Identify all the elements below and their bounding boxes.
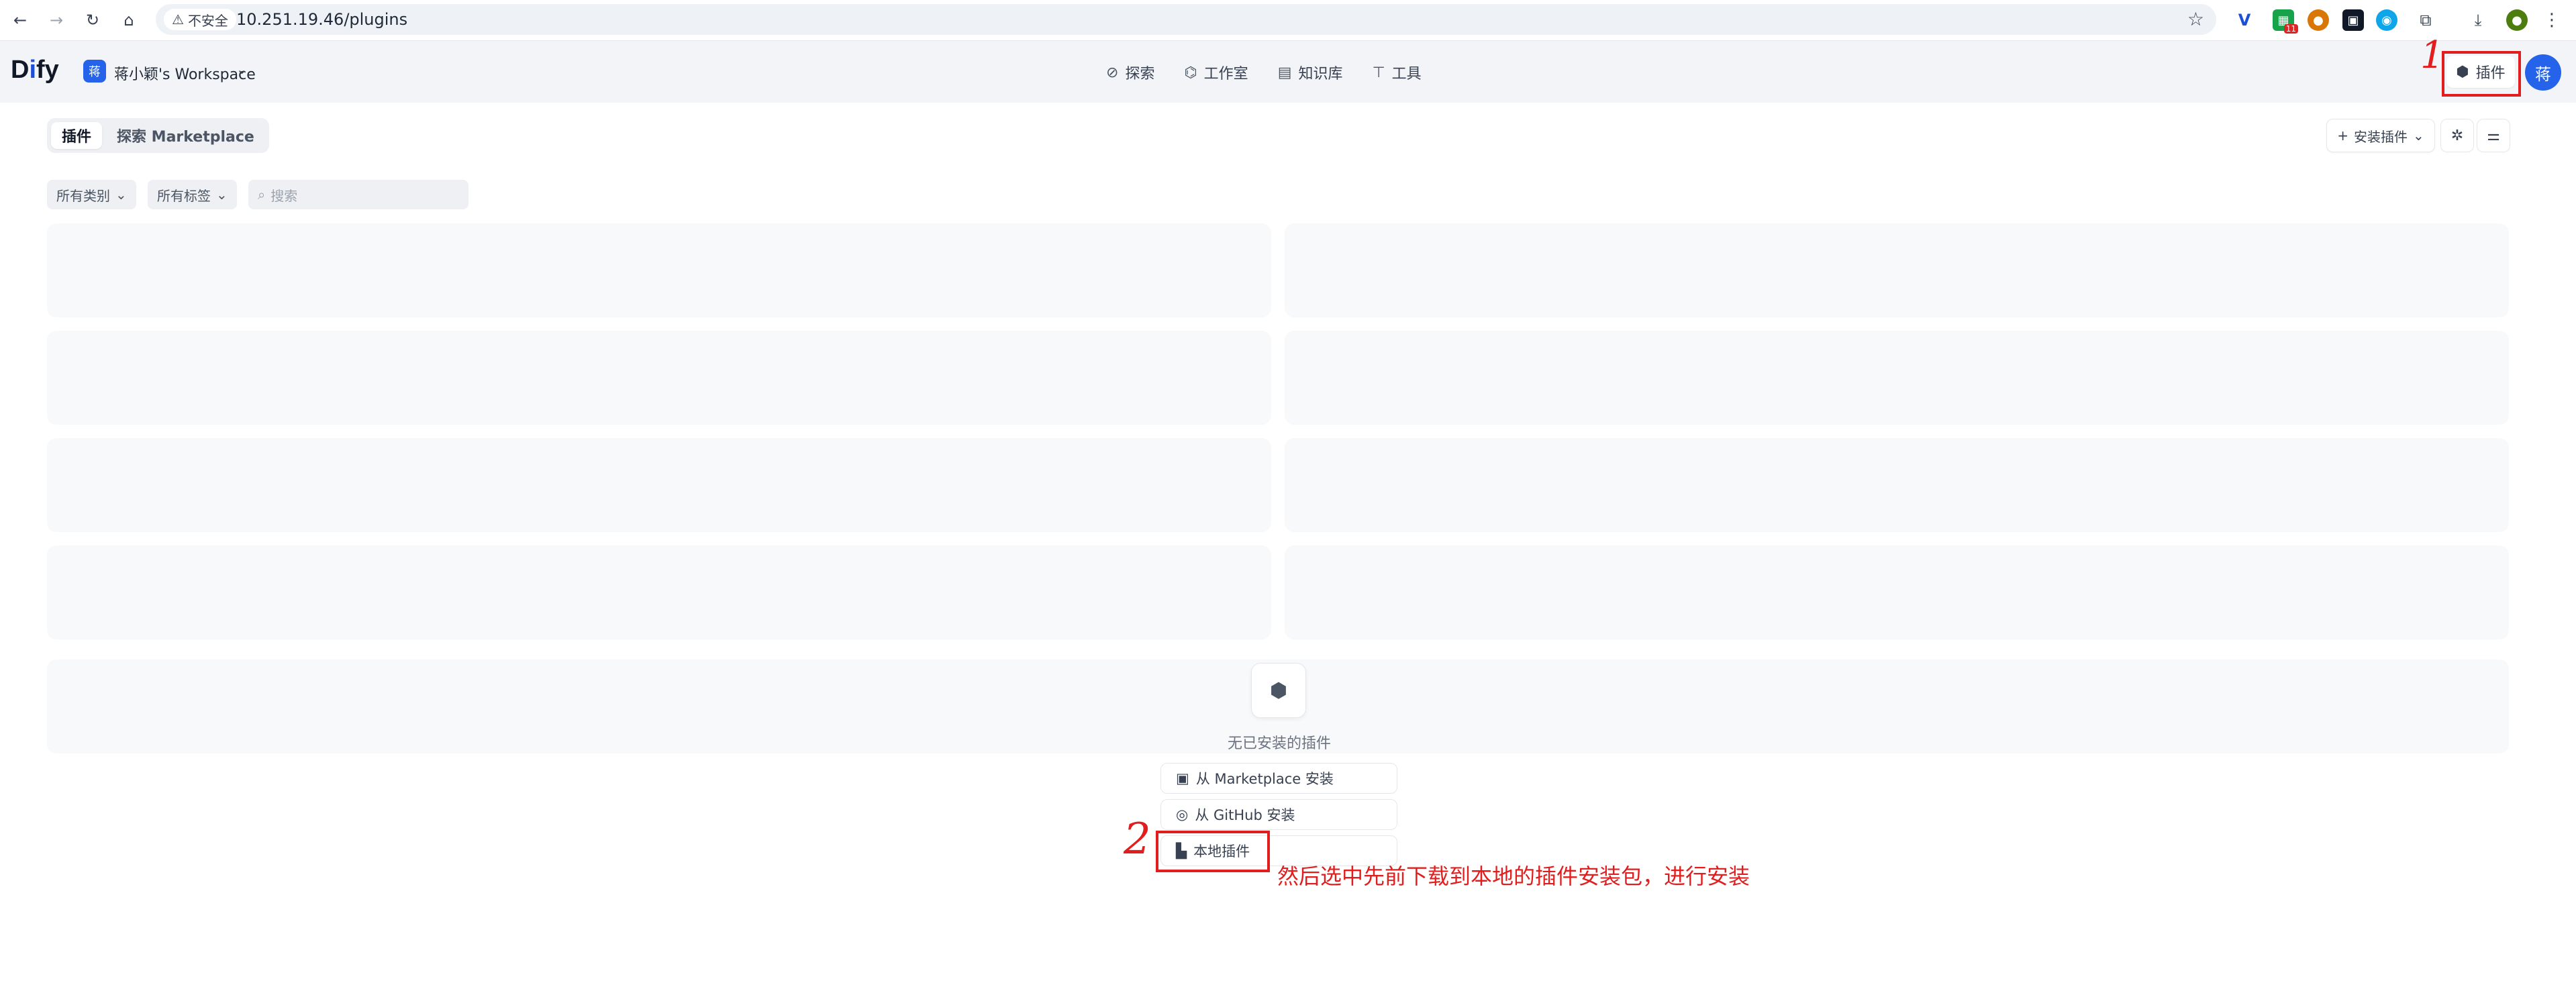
chevron-down-icon: ⌄ (2413, 127, 2424, 144)
install-plugin-button[interactable]: + 安装插件 ⌄ (2326, 119, 2435, 152)
debug-bug-icon[interactable]: ✲ (2440, 119, 2474, 152)
empty-cube-icon: ⬢ (1251, 663, 1306, 718)
browser-menu-icon[interactable]: ⋮ (2541, 9, 2563, 31)
security-indicator[interactable]: ⚠ 不安全 (164, 9, 236, 30)
extension-calendar-icon[interactable]: ▦ 11 (2273, 9, 2298, 34)
extension-v-icon[interactable]: V (2234, 9, 2255, 31)
placeholder-card (1285, 438, 2509, 532)
placeholder-card (1285, 223, 2509, 317)
placeholder-card (47, 545, 1271, 639)
browser-toolbar: ← → ↻ ⌂ ⚠ 不安全 10.251.19.46/plugins ☆ V ▦… (0, 0, 2576, 41)
nav-knowledge[interactable]: ▤ 知识库 (1278, 61, 1343, 84)
annotation-step-2: 2 (1124, 815, 1151, 864)
placeholder-card (47, 223, 1271, 317)
user-avatar[interactable]: 蒋 (2525, 54, 2561, 91)
install-plugin-label: 安装插件 (2354, 128, 2408, 145)
nav-studio[interactable]: ⌬ 工作室 (1184, 61, 1248, 84)
bookmark-star-icon[interactable]: ☆ (2187, 8, 2204, 30)
github-icon: ◎ (1176, 806, 1189, 823)
nav-explore-label: 探索 (1125, 66, 1155, 83)
marketplace-icon: ▣ (1176, 770, 1189, 786)
dify-logo[interactable]: Dify (11, 56, 59, 85)
app-header: Dify 蒋 蒋小颖's Workspace ⌄ ⊘ 探索 ⌬ 工作室 ▤ 知识… (0, 41, 2576, 103)
install-from-github-label: 从 GitHub 安装 (1195, 807, 1295, 823)
nav-tools-label: 工具 (1391, 66, 1422, 83)
annotation-box-plugins (2442, 51, 2521, 97)
back-icon[interactable]: ← (8, 8, 32, 32)
chevron-down-icon[interactable]: ⌄ (236, 61, 248, 77)
nav-explore[interactable]: ⊘ 探索 (1106, 61, 1154, 84)
workspace-name[interactable]: 蒋小颖's Workspace (114, 62, 256, 84)
security-label: 不安全 (187, 12, 228, 29)
search-icon: ⌕ (258, 187, 266, 203)
placeholder-card (47, 438, 1271, 532)
nav-knowledge-label: 知识库 (1298, 66, 1343, 83)
annotation-step-1: 1 (2420, 34, 2444, 77)
tag-filter-label: 所有标签 (157, 187, 211, 204)
forward-icon[interactable]: → (44, 8, 68, 32)
extension-globe-icon[interactable]: ◉ (2376, 9, 2397, 31)
extension-board-icon[interactable]: ▣ (2342, 9, 2364, 31)
search-placeholder: 搜索 (270, 187, 298, 204)
address-bar[interactable]: ⚠ 不安全 10.251.19.46/plugins ☆ (156, 4, 2216, 35)
placeholder-card (47, 331, 1271, 425)
category-filter[interactable]: 所有类别 ⌄ (47, 180, 136, 209)
tab-plugins[interactable]: 插件 (51, 122, 103, 149)
install-from-marketplace-label: 从 Marketplace 安装 (1195, 771, 1334, 787)
extensions-puzzle-icon[interactable]: ⧉ (2415, 9, 2436, 31)
profile-avatar-icon[interactable]: ● (2506, 9, 2528, 31)
install-from-github-button[interactable]: ◎ 从 GitHub 安装 (1160, 799, 1397, 830)
annotation-note: 然后选中先前下载到本地的插件安装包，进行安装 (1277, 864, 1750, 889)
install-from-marketplace-button[interactable]: ▣ 从 Marketplace 安装 (1160, 763, 1397, 794)
chevron-down-icon: ⌄ (115, 187, 127, 203)
extension-badge: 11 (2283, 24, 2298, 34)
warning-icon: ⚠ (172, 11, 184, 28)
annotation-box-local (1156, 831, 1270, 872)
tag-filter[interactable]: 所有标签 ⌄ (148, 180, 237, 209)
plus-icon: + (2337, 127, 2348, 144)
knowledge-icon: ▤ (1277, 64, 1292, 81)
search-input[interactable]: ⌕ 搜索 (248, 180, 468, 209)
plugin-tabs: 插件 探索 Marketplace (47, 118, 269, 153)
explore-icon: ⊘ (1106, 64, 1119, 81)
nav-tools[interactable]: ⊤ 工具 (1373, 61, 1422, 84)
empty-state-text: 无已安装的插件 (1227, 735, 1331, 752)
extension-cookie-icon[interactable]: ● (2308, 9, 2329, 31)
tab-marketplace[interactable]: 探索 Marketplace (106, 122, 265, 149)
download-icon[interactable]: ⤓ (2467, 9, 2489, 31)
tools-icon: ⊤ (1372, 64, 1385, 81)
placeholder-card (1285, 545, 2509, 639)
url-text[interactable]: 10.251.19.46/plugins (236, 10, 407, 29)
placeholder-card (1285, 331, 2509, 425)
workspace-avatar[interactable]: 蒋 (83, 60, 106, 83)
main-nav: ⊘ 探索 ⌬ 工作室 ▤ 知识库 ⊤ 工具 (1106, 61, 1422, 84)
settings-sliders-icon[interactable]: ⚌ (2477, 119, 2510, 152)
home-icon[interactable]: ⌂ (117, 8, 141, 32)
studio-icon: ⌬ (1184, 64, 1197, 81)
reload-icon[interactable]: ↻ (81, 8, 105, 32)
category-filter-label: 所有类别 (56, 187, 110, 204)
nav-studio-label: 工作室 (1203, 66, 1248, 83)
chevron-down-icon: ⌄ (216, 187, 228, 203)
